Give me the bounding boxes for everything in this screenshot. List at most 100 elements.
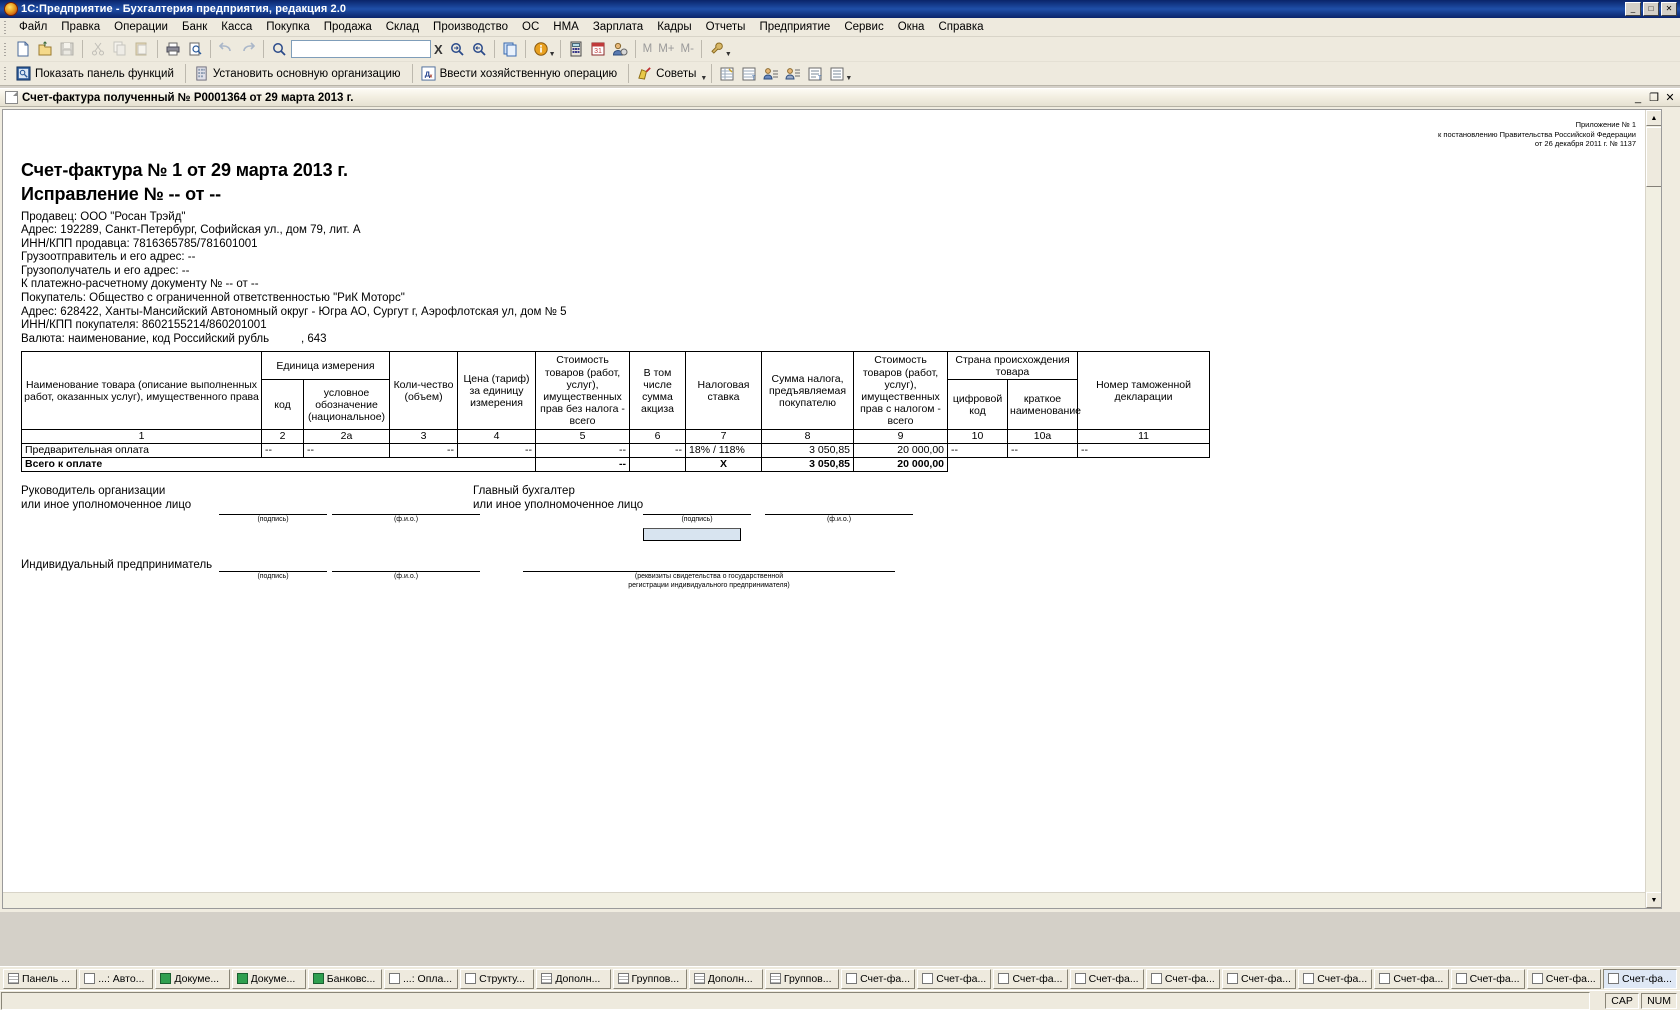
report-filter-icon[interactable]: T bbox=[738, 63, 760, 85]
taskbar-item[interactable]: Докуме... bbox=[231, 968, 306, 989]
toolbar2-separator bbox=[711, 64, 713, 83]
taskbar-item[interactable]: Банковс... bbox=[307, 968, 382, 989]
menu-file[interactable]: Файл bbox=[12, 19, 54, 35]
print-preview-icon[interactable] bbox=[184, 38, 206, 60]
vertical-scrollbar[interactable]: ▲ ▼ bbox=[1645, 110, 1661, 908]
settings-wrench-icon[interactable] bbox=[706, 38, 728, 60]
search-input[interactable] bbox=[291, 40, 431, 58]
taskbar-item[interactable]: Докуме... bbox=[155, 968, 230, 989]
menu-edit[interactable]: Правка bbox=[54, 19, 107, 35]
maximize-button[interactable]: □ bbox=[1643, 2, 1659, 16]
taskbar-item[interactable]: Счет-фа... bbox=[1526, 968, 1601, 989]
paste-icon[interactable] bbox=[131, 38, 153, 60]
calendar-icon[interactable]: 31 bbox=[587, 38, 609, 60]
menu-warehouse[interactable]: Склад bbox=[379, 19, 426, 35]
menu-help[interactable]: Справка bbox=[931, 19, 990, 35]
tips-icon bbox=[637, 66, 652, 81]
save-document-icon[interactable] bbox=[56, 38, 78, 60]
report-text-icon[interactable]: T bbox=[804, 63, 826, 85]
menu-operations[interactable]: Операции bbox=[107, 19, 175, 35]
undo-icon[interactable] bbox=[215, 38, 237, 60]
menu-windows[interactable]: Окна bbox=[891, 19, 932, 35]
group-assign-icon[interactable] bbox=[760, 63, 782, 85]
horizontal-scrollbar[interactable] bbox=[3, 892, 1645, 908]
tips-button[interactable]: Советы bbox=[633, 64, 703, 84]
taskbar-item[interactable]: Счет-фа... bbox=[1374, 968, 1449, 989]
taskbar-item-label: Группов... bbox=[783, 972, 832, 985]
menu-enterprise[interactable]: Предприятие bbox=[752, 19, 837, 35]
minimize-button[interactable]: _ bbox=[1625, 2, 1641, 16]
menu-production[interactable]: Производство bbox=[426, 19, 515, 35]
menu-purchase[interactable]: Покупка bbox=[259, 19, 316, 35]
menu-os[interactable]: ОС bbox=[515, 19, 546, 35]
menu-service[interactable]: Сервис bbox=[837, 19, 890, 35]
print-icon[interactable] bbox=[162, 38, 184, 60]
search-icon[interactable] bbox=[268, 38, 290, 60]
menu-reports[interactable]: Отчеты bbox=[699, 19, 753, 35]
scroll-up-icon[interactable]: ▲ bbox=[1646, 110, 1661, 126]
toolbar-separator bbox=[263, 40, 264, 58]
taskbar-item[interactable]: Счет-фа... bbox=[841, 968, 916, 989]
search-prev-icon[interactable] bbox=[468, 38, 490, 60]
menu-salary[interactable]: Зарплата bbox=[586, 19, 650, 35]
report-list-icon[interactable] bbox=[716, 63, 738, 85]
group-change-icon[interactable] bbox=[782, 63, 804, 85]
taskbar-item[interactable]: ...: Опла... bbox=[383, 968, 459, 989]
taskbar-item[interactable]: Дополн... bbox=[536, 968, 611, 989]
new-document-icon[interactable] bbox=[12, 38, 34, 60]
document-restore-button[interactable]: ❐ bbox=[1646, 91, 1662, 105]
taskbar-item[interactable]: Счет-фа... bbox=[1450, 968, 1525, 989]
taskbar-item[interactable]: Группов... bbox=[764, 968, 840, 989]
document-close-button[interactable]: ✕ bbox=[1662, 91, 1678, 105]
search-next-icon[interactable] bbox=[446, 38, 468, 60]
taskbar-item-active[interactable]: Счет-фа... bbox=[1602, 968, 1678, 989]
memory-subtract-button[interactable]: M- bbox=[678, 43, 697, 55]
taskbar-item[interactable]: Счет-фа... bbox=[1145, 968, 1220, 989]
taskbar-item[interactable]: Счет-фа... bbox=[1222, 968, 1297, 989]
taskbar-item[interactable]: Дополн... bbox=[688, 968, 763, 989]
copy-icon[interactable] bbox=[109, 38, 131, 60]
tips-dropdown-icon[interactable]: ▼ bbox=[700, 75, 707, 85]
taskbar-item[interactable]: Группов... bbox=[612, 968, 687, 989]
duplicate-icon[interactable] bbox=[499, 38, 521, 60]
menu-bank[interactable]: Банк bbox=[175, 19, 214, 35]
menu-personnel[interactable]: Кадры bbox=[650, 19, 698, 35]
taskbar-item[interactable]: Счет-фа... bbox=[993, 968, 1068, 989]
clear-search-button[interactable]: X bbox=[431, 42, 446, 57]
report-extra-icon[interactable] bbox=[826, 63, 848, 85]
toolbar2-grip[interactable] bbox=[2, 66, 9, 81]
open-document-icon[interactable] bbox=[34, 38, 56, 60]
cut-icon[interactable] bbox=[87, 38, 109, 60]
taskbar-item[interactable]: ...: Авто... bbox=[79, 968, 154, 989]
redo-icon[interactable] bbox=[237, 38, 259, 60]
memory-add-button[interactable]: M+ bbox=[655, 43, 677, 55]
menu-cash[interactable]: Касса bbox=[214, 19, 259, 35]
user-settings-icon[interactable] bbox=[609, 38, 631, 60]
colnum-2: 2 bbox=[261, 429, 304, 444]
taskbar-item[interactable]: Счет-фа... bbox=[1298, 968, 1373, 989]
currency-label: Валюта: наименование, код Российский руб… bbox=[21, 332, 270, 345]
taskbar-item-label: Счет-фа... bbox=[1393, 972, 1444, 985]
document-minimize-button[interactable]: _ bbox=[1630, 91, 1646, 105]
menu-sale[interactable]: Продажа bbox=[317, 19, 379, 35]
taskbar-item-label: Счет-фа... bbox=[1317, 972, 1368, 985]
vertical-scroll-thumb[interactable] bbox=[1646, 127, 1661, 187]
menubar-grip[interactable] bbox=[2, 19, 9, 35]
memory-recall-button[interactable]: M bbox=[640, 43, 656, 55]
show-functions-panel-button[interactable]: Показать панель функций bbox=[12, 64, 181, 84]
calculator-icon[interactable] bbox=[565, 38, 587, 60]
menu-nma[interactable]: НМА bbox=[546, 19, 586, 35]
enter-business-operation-button[interactable]: Дк Ввести хозяйственную операцию bbox=[417, 64, 625, 84]
taskbar-item[interactable]: Счет-фа... bbox=[1069, 968, 1144, 989]
taskbar-item[interactable]: Счет-фа... bbox=[917, 968, 992, 989]
scroll-down-icon[interactable]: ▼ bbox=[1646, 892, 1661, 908]
table-row[interactable]: Предварительная оплата -- -- -- -- -- --… bbox=[21, 442, 1211, 458]
info-icon[interactable] bbox=[530, 38, 552, 60]
set-main-organization-button[interactable]: Установить основную организацию bbox=[190, 64, 408, 84]
toolbar-grip[interactable] bbox=[2, 41, 9, 57]
taskbar-item[interactable]: Структу... bbox=[460, 968, 535, 989]
close-button[interactable]: ✕ bbox=[1661, 2, 1677, 16]
taskbar-item[interactable]: Панель ... bbox=[3, 968, 78, 989]
selected-cell-field[interactable] bbox=[643, 527, 741, 541]
colnum-6: 6 bbox=[629, 429, 687, 444]
